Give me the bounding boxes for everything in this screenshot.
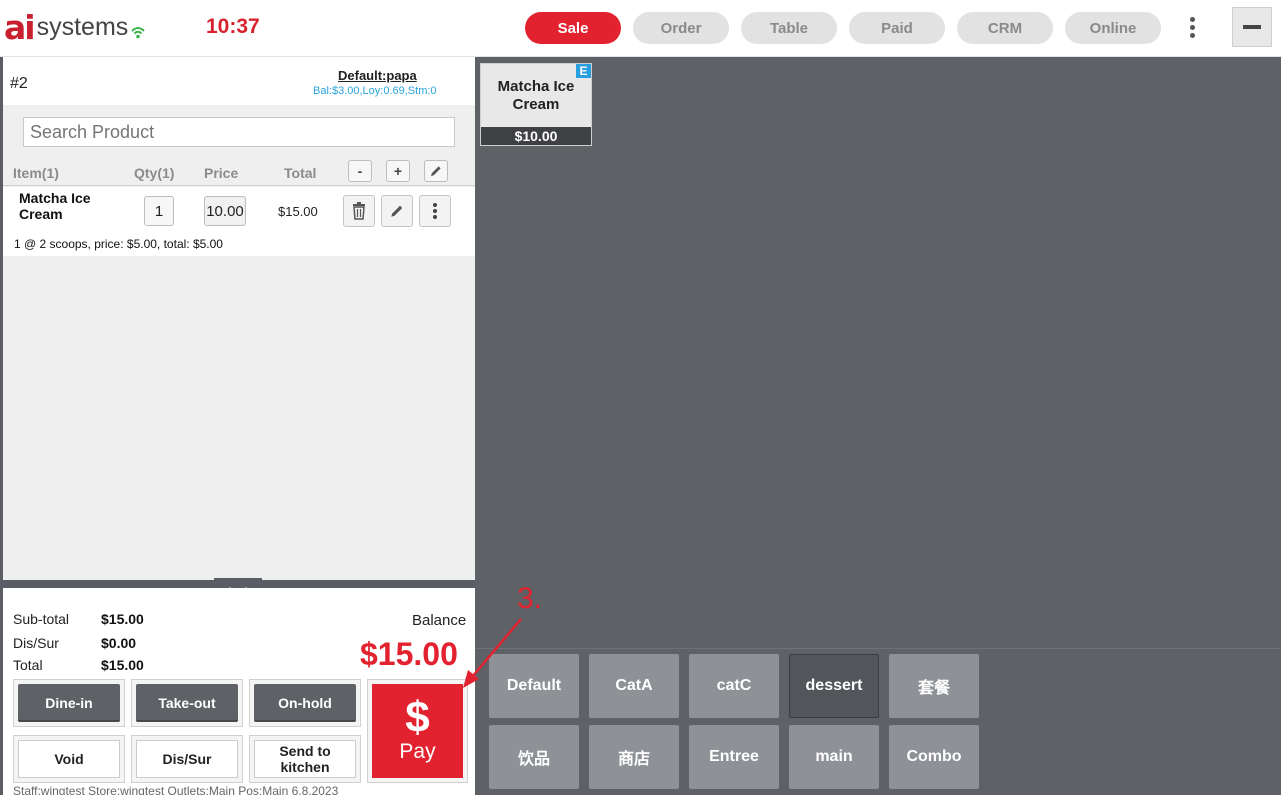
dis-sur-label: Dis/Sur: [136, 740, 238, 778]
pay-label: Pay: [399, 740, 436, 763]
item-modifier-note: 1 @ 2 scoops, price: $5.00, total: $5.00: [14, 237, 223, 251]
product-tile[interactable]: Matcha Ice Cream $10.00 E: [480, 63, 592, 146]
app-logo: ai systems: [4, 10, 146, 44]
void-label: Void: [18, 740, 120, 778]
step-annotation: 3.: [517, 582, 543, 615]
tab-order[interactable]: Order: [633, 12, 729, 44]
minus-icon: [1243, 25, 1261, 29]
product-panel: Matcha Ice Cream $10.00 E Default CatA c…: [475, 57, 1281, 795]
minimize-button[interactable]: [1232, 7, 1272, 47]
wifi-icon: [131, 27, 145, 39]
order-number: #2: [10, 75, 28, 92]
order-summary: Sub-total $15.00 Dis/Sur $0.00 Total $15…: [3, 588, 475, 795]
tab-paid[interactable]: Paid: [849, 12, 945, 44]
pencil-icon: [391, 205, 403, 217]
tab-table[interactable]: Table: [741, 12, 837, 44]
dine-in-button[interactable]: Dine-in: [13, 679, 125, 727]
item-more-button[interactable]: [419, 195, 451, 227]
send-to-kitchen-button[interactable]: Send to kitchen: [249, 735, 361, 783]
category-entree[interactable]: Entree: [689, 725, 779, 789]
decrease-qty-button[interactable]: -: [348, 160, 372, 182]
tab-crm[interactable]: CRM: [957, 12, 1053, 44]
total-label: Total: [13, 657, 43, 673]
search-product-input[interactable]: [23, 117, 455, 147]
order-panel: #2 Default:papa Bal:$3.00,Loy:0.69,Stm:0…: [0, 57, 475, 795]
more-vertical-icon: [433, 203, 437, 219]
product-badge: E: [576, 64, 591, 78]
take-out-label: Take-out: [136, 684, 238, 722]
take-out-button[interactable]: Take-out: [131, 679, 243, 727]
category-drinks[interactable]: 饮品: [489, 725, 579, 789]
logo-mark: ai: [4, 7, 36, 47]
category-combo[interactable]: Combo: [889, 725, 979, 789]
product-name: Matcha Ice Cream: [497, 78, 575, 113]
dis-sur-button[interactable]: Dis/Sur: [131, 735, 243, 783]
delete-item-button[interactable]: [343, 195, 375, 227]
header-qty: Qty(1): [134, 165, 175, 181]
on-hold-button[interactable]: On-hold: [249, 679, 361, 727]
category-set-meal[interactable]: 套餐: [889, 654, 979, 718]
tab-online[interactable]: Online: [1065, 12, 1161, 44]
customer-info: Bal:$3.00,Loy:0.69,Stm:0: [313, 85, 437, 97]
trash-icon: [353, 202, 365, 220]
subtotal-value: $15.00: [101, 611, 144, 627]
dissur-value: $0.00: [101, 635, 137, 651]
logo-text: systems: [36, 12, 129, 41]
subtotal-label: Sub-total: [13, 611, 70, 627]
category-cata[interactable]: CatA: [589, 654, 679, 718]
top-bar: ai systems 10:37 Sale Order Table Paid C…: [0, 0, 1281, 57]
tab-sale[interactable]: Sale: [525, 12, 621, 44]
pencil-icon: [431, 166, 441, 176]
item-total: $15.00: [278, 204, 318, 219]
more-menu-icon[interactable]: [1178, 13, 1206, 41]
on-hold-label: On-hold: [254, 684, 356, 722]
balance-value: $15.00: [360, 636, 458, 672]
header-price: Price: [204, 165, 239, 181]
category-main[interactable]: main: [789, 725, 879, 789]
total-value: $15.00: [101, 657, 144, 673]
category-dessert[interactable]: dessert: [789, 654, 879, 718]
edit-header-button[interactable]: [424, 160, 448, 182]
dine-in-label: Dine-in: [18, 684, 120, 722]
customer-name-link[interactable]: Default:papa: [338, 68, 417, 83]
balance-label: Balance: [412, 612, 467, 629]
dissur-label: Dis/Sur: [13, 635, 59, 651]
order-line-item[interactable]: Matcha Ice Cream 1 10.00 $15.00 1 @ 2 sc…: [3, 187, 475, 256]
pay-button[interactable]: $ Pay: [367, 679, 468, 783]
item-price-field[interactable]: 10.00: [204, 196, 246, 226]
dollar-icon: $: [405, 693, 430, 742]
clock: 10:37: [206, 15, 260, 38]
header-item: Item(1): [13, 165, 59, 181]
order-header: #2 Default:papa Bal:$3.00,Loy:0.69,Stm:0: [3, 57, 475, 105]
order-table-header: Item(1) Qty(1) Price Total - +: [3, 158, 475, 186]
category-default[interactable]: Default: [489, 654, 579, 718]
category-catc[interactable]: catC: [689, 654, 779, 718]
category-divider: [475, 648, 1281, 649]
edit-item-button[interactable]: [381, 195, 413, 227]
category-shop[interactable]: 商店: [589, 725, 679, 789]
status-bar: Staff:wingtest Store:wingtest Outlets:Ma…: [13, 784, 339, 795]
item-qty-field[interactable]: 1: [144, 196, 174, 226]
item-name: Matcha Ice Cream: [19, 190, 91, 222]
void-button[interactable]: Void: [13, 735, 125, 783]
send-to-kitchen-label: Send to kitchen: [254, 740, 356, 778]
header-total: Total: [284, 165, 317, 181]
increase-qty-button[interactable]: +: [386, 160, 410, 182]
product-price: $10.00: [481, 127, 591, 145]
